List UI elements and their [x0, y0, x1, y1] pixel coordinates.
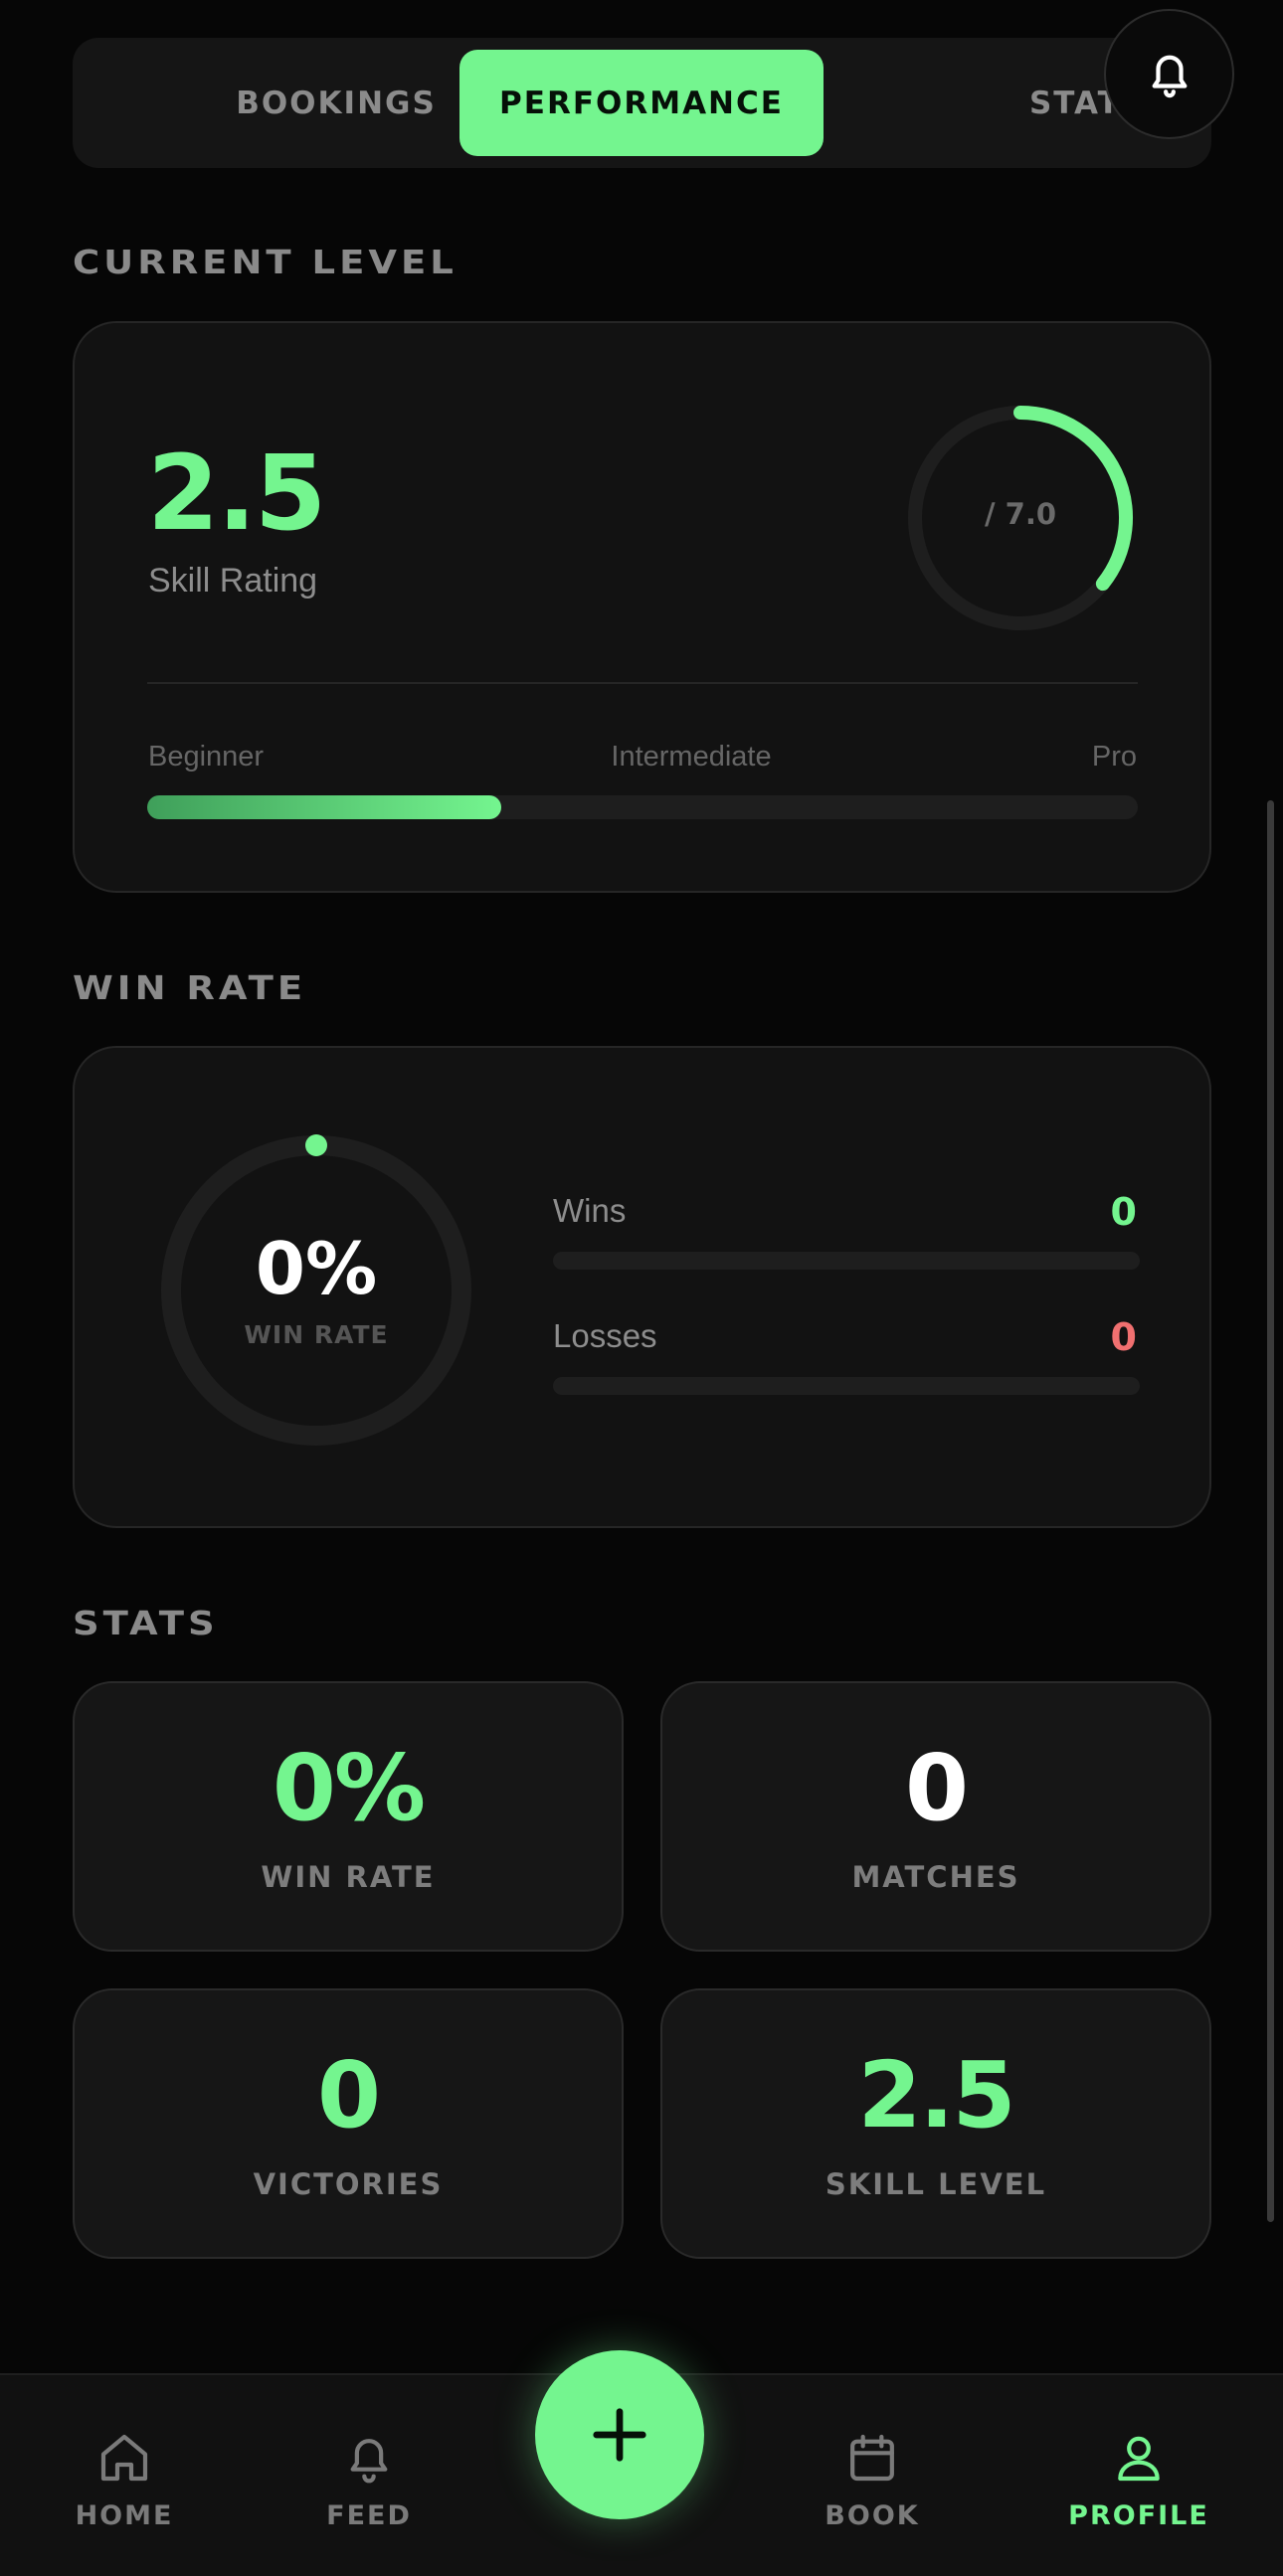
- tab-performance[interactable]: PERFORMANCE: [459, 50, 824, 156]
- bell-icon: [350, 2439, 388, 2484]
- nav-feed[interactable]: FEED: [270, 2430, 468, 2531]
- stat-value: 0%: [272, 1735, 426, 1841]
- notifications-button[interactable]: [1104, 9, 1234, 139]
- rating-max-label: / 7.0: [984, 497, 1057, 531]
- add-button[interactable]: [535, 2350, 704, 2519]
- nav-label: PROFILE: [1068, 2500, 1209, 2531]
- stat-label: WIN RATE: [261, 1860, 436, 1894]
- win-rate-percent: 0%: [255, 1227, 378, 1310]
- nav-book[interactable]: BOOK: [773, 2430, 972, 2531]
- win-rate-card: 0% WIN RATE Wins 0 Losses 0: [73, 1046, 1211, 1528]
- skill-rating-value: 2.5: [147, 432, 326, 554]
- level-progress-fill: [147, 795, 501, 819]
- user-icon: [1118, 2436, 1160, 2482]
- stat-value: 2.5: [857, 2042, 1016, 2148]
- nav-home[interactable]: HOME: [25, 2430, 224, 2531]
- calendar-icon: [850, 2434, 894, 2482]
- stat-card-skill-level: 2.5 SKILL LEVEL: [660, 1988, 1211, 2259]
- level-progress-track: [147, 795, 1138, 819]
- scale-label-beginner: Beginner: [148, 741, 265, 773]
- stat-label: VICTORIES: [253, 2167, 444, 2201]
- losses-value: 0: [1110, 1315, 1137, 1359]
- win-rate-title: WIN RATE: [73, 969, 307, 1007]
- bell-icon: [1152, 55, 1187, 97]
- tab-bar: BOOKINGS PERFORMANCE STATS: [73, 38, 1211, 168]
- scale-label-pro: Pro: [1091, 741, 1137, 773]
- stat-card-matches: 0 MATCHES: [660, 1681, 1211, 1952]
- scale-label-intermediate: Intermediate: [611, 741, 772, 773]
- divider: [147, 682, 1138, 684]
- stat-card-win-rate: 0% WIN RATE: [73, 1681, 624, 1952]
- losses-bar: [553, 1377, 1140, 1395]
- wins-label: Wins: [553, 1192, 627, 1229]
- current-level-title: CURRENT LEVEL: [73, 244, 458, 281]
- home-icon: [100, 2434, 148, 2482]
- stat-label: SKILL LEVEL: [825, 2167, 1047, 2201]
- win-rate-caption: WIN RATE: [244, 1320, 389, 1349]
- nav-label: BOOK: [825, 2500, 920, 2531]
- stat-value: 0: [316, 2042, 381, 2148]
- stat-card-victories: 0 VICTORIES: [73, 1988, 624, 2259]
- wins-value: 0: [1110, 1190, 1137, 1234]
- stat-label: MATCHES: [851, 1860, 1020, 1894]
- skill-rating-label: Skill Rating: [148, 562, 318, 600]
- nav-label: FEED: [326, 2500, 412, 2531]
- losses-label: Losses: [553, 1317, 657, 1354]
- wins-bar: [553, 1252, 1140, 1270]
- plus-icon: [593, 2408, 646, 2462]
- stats-title: STATS: [73, 1605, 219, 1642]
- current-level-card: 2.5 Skill Rating / 7.0 Beginner Intermed…: [73, 321, 1211, 893]
- nav-profile[interactable]: PROFILE: [1039, 2430, 1238, 2531]
- stat-value: 0: [904, 1735, 969, 1841]
- scrollbar[interactable]: [1267, 800, 1274, 2222]
- nav-label: HOME: [75, 2500, 174, 2531]
